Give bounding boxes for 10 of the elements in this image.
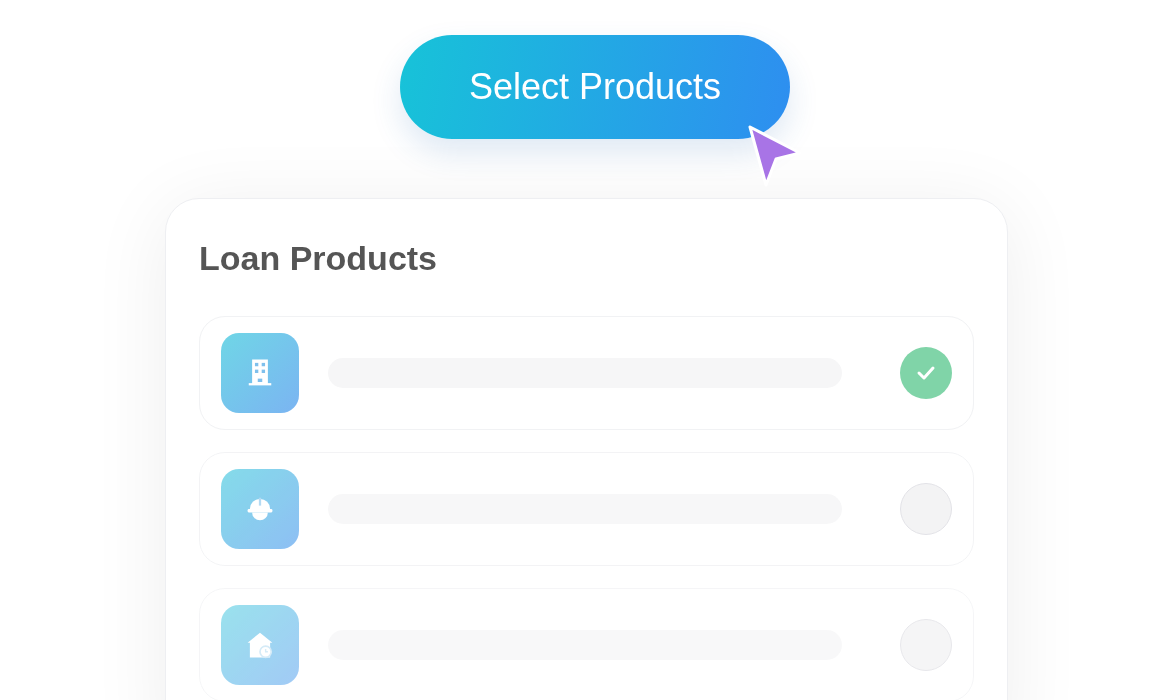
house-icon xyxy=(221,605,299,685)
checkbox[interactable] xyxy=(900,483,952,535)
product-row[interactable] xyxy=(199,316,974,430)
product-row[interactable] xyxy=(199,452,974,566)
checkbox[interactable] xyxy=(900,619,952,671)
checkbox[interactable] xyxy=(900,347,952,399)
card-title: Loan Products xyxy=(199,239,439,278)
building-icon xyxy=(221,333,299,413)
helmet-icon xyxy=(221,469,299,549)
select-products-button[interactable]: Select Products xyxy=(400,35,790,139)
